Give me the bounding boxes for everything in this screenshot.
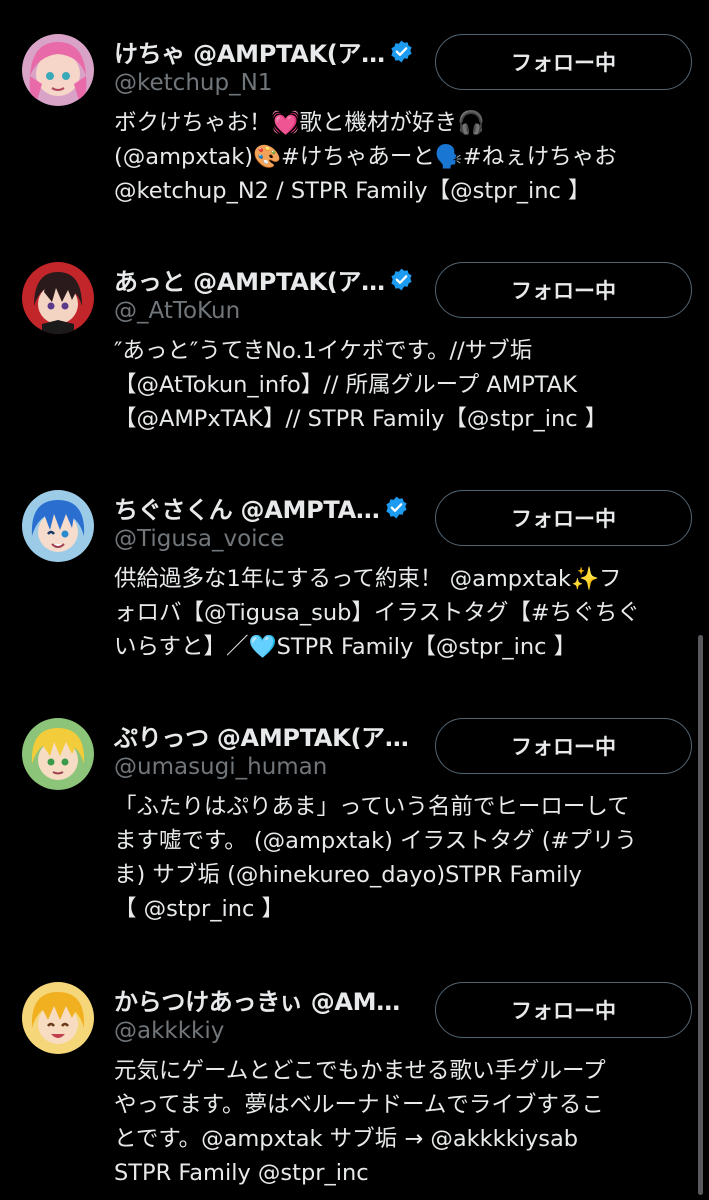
- avatar-dark-hair-red-icon: [22, 262, 94, 334]
- avatar[interactable]: [22, 262, 94, 334]
- bio-line: ォロバ【@Tigusa_sub】イラストタグ【#ちぐちぐ: [114, 600, 640, 626]
- following-button[interactable]: フォロー中: [435, 982, 692, 1038]
- avatar-blonde-green-icon: [22, 718, 94, 790]
- bio-line: ボクけちゃお！💓歌と機材が好き🎧: [114, 110, 486, 136]
- user-handle: @umasugi_human: [114, 754, 328, 780]
- display-name[interactable]: ぷりっつ @AMPTAK(ア…: [114, 718, 409, 753]
- avatar-yellow-hair-icon: [22, 982, 94, 1054]
- verified-badge-icon: [389, 39, 414, 64]
- verified-badge-icon: [389, 267, 414, 292]
- display-name[interactable]: からつけあっきぃ @AM…: [114, 982, 400, 1017]
- user-handle: @_AtToKun: [114, 298, 241, 324]
- following-list: けちゃ @AMPTAK(ア… @ketchup_N1 フォロー中 ボクけちゃお！…: [0, 0, 709, 1200]
- avatar[interactable]: [22, 34, 94, 106]
- bio-line: ます嘘です。 (@ampxtak) イラストタグ (#プリう: [114, 828, 637, 854]
- bio-line: STPR Family @stpr_inc: [114, 1160, 369, 1186]
- avatar[interactable]: [22, 718, 94, 790]
- verified-badge-icon: [384, 495, 409, 520]
- bio-line: ま) サブ垢 (@hinekureo_dayo)STPR Family: [114, 862, 582, 888]
- following-button[interactable]: フォロー中: [435, 718, 692, 774]
- user-bio: ″あっと″うてきNo.1イケボです。//サブ垢 【@AtTokun_info】/…: [114, 334, 699, 436]
- user-bio: 元気にゲームとどこでもかませる歌い手グループ やってます。夢はベルーナドームでラ…: [114, 1054, 699, 1190]
- display-name[interactable]: ちぐさくん @AMPTA…: [114, 490, 380, 525]
- bio-line: 元気にゲームとどこでもかませる歌い手グループ: [114, 1058, 606, 1084]
- avatar[interactable]: [22, 490, 94, 562]
- avatar-blue-hair-icon: [22, 490, 94, 562]
- bio-line: 「ふたりはぷりあま」っていう名前でヒーローして: [114, 794, 630, 820]
- display-name[interactable]: あっと @AMPTAK(ア…: [114, 262, 385, 297]
- following-button[interactable]: フォロー中: [435, 490, 692, 546]
- user-handle: @akkkkiy: [114, 1018, 225, 1044]
- display-name[interactable]: けちゃ @AMPTAK(ア…: [114, 34, 385, 69]
- bio-line: @ketchup_N2 / STPR Family【@stpr_inc 】: [114, 178, 591, 204]
- bio-line: 【@AtTokun_info】// 所属グループ AMPTAK: [114, 372, 577, 398]
- bio-line: 供給過多な1年にするって約束！ @ampxtak✨フ: [114, 566, 622, 592]
- avatar[interactable]: [22, 982, 94, 1054]
- following-button[interactable]: フォロー中: [435, 34, 692, 90]
- user-handle: @Tigusa_voice: [114, 526, 285, 552]
- user-bio: 「ふたりはぷりあま」っていう名前でヒーローして ます嘘です。 (@ampxtak…: [114, 790, 699, 926]
- bio-line: ″あっと″うてきNo.1イケボです。//サブ垢: [114, 338, 533, 364]
- bio-line: いらすと】／🩵STPR Family【@stpr_inc 】: [114, 634, 577, 660]
- user-bio: 供給過多な1年にするって約束！ @ampxtak✨フ ォロバ【@Tigusa_s…: [114, 562, 699, 664]
- scrollbar[interactable]: [698, 635, 703, 1195]
- user-handle: @ketchup_N1: [114, 70, 273, 96]
- bio-line: やってます。夢はベルーナドームでライブするこ: [114, 1092, 604, 1118]
- bio-line: (@ampxtak)🎨#けちゃあーと🗣️#ねぇけちゃお: [114, 144, 617, 170]
- bio-line: とです。@ampxtak サブ垢 → @akkkkiysab: [114, 1126, 579, 1152]
- user-bio: ボクけちゃお！💓歌と機材が好き🎧 (@ampxtak)🎨#けちゃあーと🗣️#ねぇ…: [114, 106, 699, 208]
- following-button[interactable]: フォロー中: [435, 262, 692, 318]
- bio-line: 【 @stpr_inc 】: [114, 896, 285, 922]
- bio-line: 【@AMPxTAK】// STPR Family【@stpr_inc 】: [114, 406, 608, 432]
- avatar-pink-hair-icon: [22, 34, 94, 106]
